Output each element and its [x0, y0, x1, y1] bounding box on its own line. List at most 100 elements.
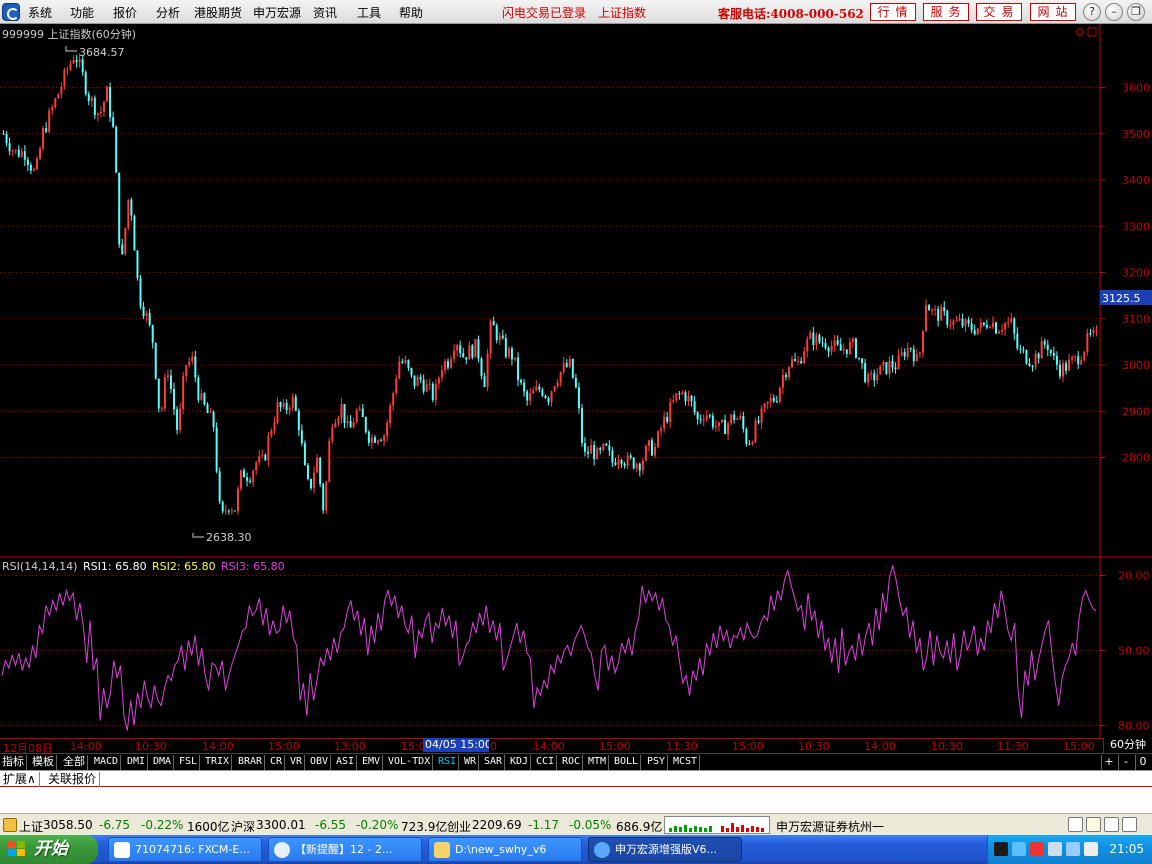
tab-indicator[interactable]: 指标 [0, 755, 27, 770]
time-tick: 14:00 [202, 740, 234, 753]
candle-body [517, 357, 520, 380]
candle-body [507, 348, 510, 357]
candle-body [313, 472, 316, 489]
candle-body [106, 87, 109, 102]
candle-body [264, 454, 267, 461]
tab-template[interactable]: 模板 [30, 755, 57, 770]
menu-analysis[interactable]: 分析 [156, 4, 180, 21]
reset-button[interactable]: 0 [1135, 755, 1150, 770]
candle-body [443, 361, 446, 371]
task-fxcm[interactable]: 71074716: FXCM-E... [108, 837, 262, 862]
task-swhy[interactable]: 申万宏源增强版V6... [588, 837, 742, 862]
task-browser[interactable]: 【新提醒】12 - 2... [268, 837, 422, 862]
tab-wr[interactable]: WR [462, 755, 480, 770]
tab-fsl[interactable]: FSL [177, 755, 201, 770]
menu-tools[interactable]: 工具 [357, 4, 381, 21]
restore-window-icon[interactable]: ❐ [1127, 3, 1145, 21]
candle-body [456, 345, 459, 351]
menu-function[interactable]: 功能 [70, 4, 94, 21]
window-icon[interactable] [1068, 817, 1083, 832]
candle-body [894, 367, 897, 369]
notification-icon[interactable] [3, 818, 17, 832]
menu-swhy[interactable]: 申万宏源 [253, 4, 301, 21]
tab-emv[interactable]: EMV [360, 755, 384, 770]
period-selector[interactable]: 60分钟 [1103, 738, 1152, 753]
tab-kdj[interactable]: KDJ [508, 755, 532, 770]
time-tick: 15:00 [1063, 740, 1095, 753]
tab-trix[interactable]: TRIX [203, 755, 233, 770]
tray-misc-icon[interactable] [1084, 842, 1098, 856]
settings-icon[interactable] [1122, 817, 1137, 832]
tab-expand[interactable]: 扩展∧ [0, 772, 40, 787]
candle-body [772, 397, 775, 402]
candle-body [11, 151, 14, 153]
price-chart[interactable]: 2800 2900 3000 3100 3200 3300 3400 3500 3600 368… [0, 24, 1152, 558]
quote-button[interactable]: 行情 [870, 3, 916, 21]
tab-dma[interactable]: DMA [151, 755, 175, 770]
candle-body [702, 419, 705, 421]
candle-body [995, 322, 998, 334]
tab-related-quotes[interactable]: 关联报价 [45, 772, 101, 787]
menu-system[interactable]: 系统 [28, 4, 52, 21]
rsi-chart[interactable]: 80.00 50.00 20.00 [0, 558, 1152, 738]
tab-asi[interactable]: ASI [334, 755, 358, 770]
sh-value: 3058.50 [43, 818, 93, 832]
candle-body [39, 148, 42, 159]
start-button[interactable]: 开始 [0, 835, 98, 864]
tab-sar[interactable]: SAR [482, 755, 506, 770]
candle-body [654, 446, 657, 456]
signal-icon[interactable] [1086, 817, 1101, 832]
status-ok-icon[interactable] [1104, 817, 1119, 832]
task-folder[interactable]: D:\new_swhy_v6 [428, 837, 582, 862]
candle-body [401, 361, 404, 363]
candle-body [102, 101, 105, 112]
tab-vr[interactable]: VR [288, 755, 306, 770]
tab-dmi[interactable]: DMI [125, 755, 149, 770]
tab-vol-tdx[interactable]: VOL-TDX [386, 755, 434, 770]
tab-brar[interactable]: BRAR [236, 755, 266, 770]
menu-quote[interactable]: 报价 [113, 4, 137, 21]
candle-body [593, 445, 596, 460]
tab-all[interactable]: 全部 [61, 755, 88, 770]
tab-roc[interactable]: ROC [560, 755, 584, 770]
input-method-icon[interactable] [1066, 842, 1080, 856]
low-marker-text: 2638.30 [206, 531, 252, 544]
sh-percent: -0.22% [141, 818, 184, 832]
volume-icon[interactable] [1048, 842, 1062, 856]
help-icon[interactable]: ? [1083, 3, 1101, 21]
tab-obv[interactable]: OBV [308, 755, 332, 770]
taskbar: 开始 71074716: FXCM-E... 【新提醒】12 - 2... D:… [0, 835, 1152, 864]
tab-rsi[interactable]: RSI [436, 755, 460, 770]
tab-cr[interactable]: CR [268, 755, 286, 770]
tab-mtm[interactable]: MTM [586, 755, 610, 770]
tab-cci[interactable]: CCI [534, 755, 558, 770]
network-icon[interactable] [1012, 842, 1026, 856]
menu-hk-futures[interactable]: 港股期货 [194, 4, 242, 21]
tray-app-icon[interactable] [994, 842, 1008, 856]
app-logo-icon[interactable] [2, 3, 20, 21]
zoom-out-button[interactable]: - [1118, 755, 1133, 770]
tab-boll[interactable]: BOLL [612, 755, 642, 770]
candle-body [489, 321, 492, 354]
candle-body [912, 349, 915, 362]
menu-info[interactable]: 资讯 [313, 4, 337, 21]
trade-button[interactable]: 交易 [976, 3, 1022, 21]
tab-psy[interactable]: PSY [645, 755, 669, 770]
time-tick: 15:00 [268, 740, 300, 753]
antivirus-icon[interactable] [1030, 842, 1044, 856]
menu-help[interactable]: 帮助 [399, 4, 423, 21]
candle-body [124, 227, 127, 255]
cursor-time-label: 04/05 15:00 [423, 738, 489, 752]
candle-body [626, 455, 629, 466]
candle-body [979, 322, 982, 329]
service-button[interactable]: 服务 [923, 3, 969, 21]
website-button[interactable]: 网站 [1030, 3, 1076, 21]
tab-macd[interactable]: MACD [92, 755, 122, 770]
candle-body [596, 448, 599, 460]
hs-percent: -0.20% [356, 818, 399, 832]
zoom-in-button[interactable]: + [1101, 755, 1116, 770]
candle-body [970, 323, 973, 331]
candle-body [748, 444, 751, 446]
tab-mcst[interactable]: MCST [671, 755, 701, 770]
minimize-icon[interactable]: – [1105, 3, 1123, 21]
